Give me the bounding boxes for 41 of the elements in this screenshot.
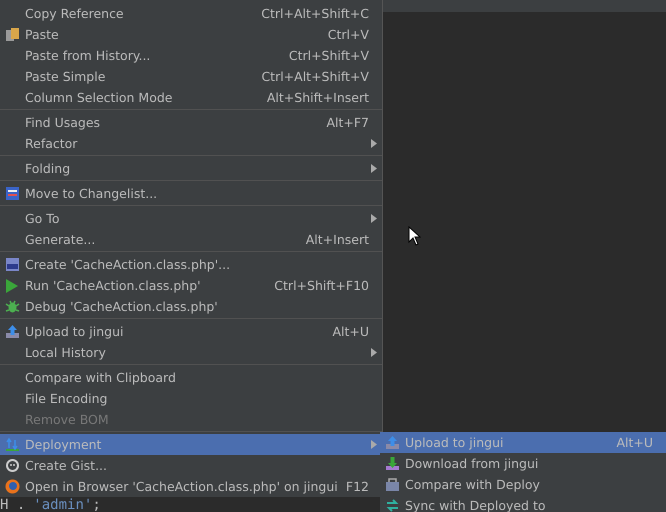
mouse-cursor-icon bbox=[408, 226, 421, 246]
menu-item[interactable]: File Encoding bbox=[0, 388, 382, 409]
menu-item[interactable]: Download from jingui bbox=[380, 453, 666, 474]
run-icon bbox=[6, 278, 18, 292]
download-icon bbox=[384, 456, 400, 471]
menu-item[interactable]: Column Selection Mode Alt+Shift+Insert bbox=[0, 87, 382, 108]
menu-item[interactable]: Folding bbox=[0, 158, 382, 179]
menu-item[interactable]: Create 'CacheAction.class.php'... bbox=[0, 254, 382, 275]
menu-item[interactable]: Run 'CacheAction.class.php' Ctrl+Shift+F10 bbox=[0, 275, 382, 296]
menu-item[interactable]: Find Usages Alt+F7 bbox=[0, 112, 382, 133]
menu-item[interactable]: Local History bbox=[0, 342, 382, 363]
changelist-icon bbox=[4, 186, 20, 201]
menu-item[interactable]: Go To bbox=[0, 208, 382, 229]
menu-item[interactable]: Compare with Clipboard bbox=[0, 367, 382, 388]
menu-item[interactable]: Open in Browser 'CacheAction.class.php' on jingui F12 bbox=[0, 476, 382, 497]
browser-icon bbox=[4, 479, 20, 494]
menu-item[interactable]: Refactor bbox=[0, 133, 382, 154]
menu-item[interactable]: Move to Changelist... bbox=[0, 183, 382, 204]
menu-item[interactable]: Upload to jingui Alt+U bbox=[0, 321, 382, 342]
bug-icon bbox=[4, 299, 20, 314]
upload-icon bbox=[384, 435, 400, 450]
submenu-arrow-icon bbox=[371, 139, 377, 148]
php-file-icon bbox=[4, 257, 20, 272]
menu-item[interactable]: Paste Ctrl+V bbox=[0, 24, 382, 45]
menu-item[interactable]: Compare with Deploy bbox=[380, 474, 666, 495]
menu-item[interactable]: Generate... Alt+Insert bbox=[0, 229, 382, 250]
sync-icon bbox=[384, 498, 400, 512]
submenu-arrow-icon bbox=[371, 214, 377, 223]
menu-item[interactable]: Debug 'CacheAction.class.php' bbox=[0, 296, 382, 317]
menu-item[interactable]: Copy Reference Ctrl+Alt+Shift+C bbox=[0, 3, 382, 24]
menu-item[interactable]: Create Gist... bbox=[0, 455, 382, 476]
submenu-arrow-icon bbox=[371, 440, 377, 449]
octocat-icon bbox=[4, 458, 20, 473]
upload-icon bbox=[4, 324, 20, 339]
submenu-arrow-icon bbox=[371, 164, 377, 173]
submenu-arrow-icon bbox=[371, 348, 377, 357]
menu-item[interactable]: Paste Simple Ctrl+Alt+Shift+V bbox=[0, 66, 382, 87]
menu-item[interactable]: Paste from History... Ctrl+Shift+V bbox=[0, 45, 382, 66]
clipboard-icon bbox=[4, 27, 20, 42]
compare-icon bbox=[384, 477, 400, 492]
deployment-icon bbox=[4, 437, 20, 452]
